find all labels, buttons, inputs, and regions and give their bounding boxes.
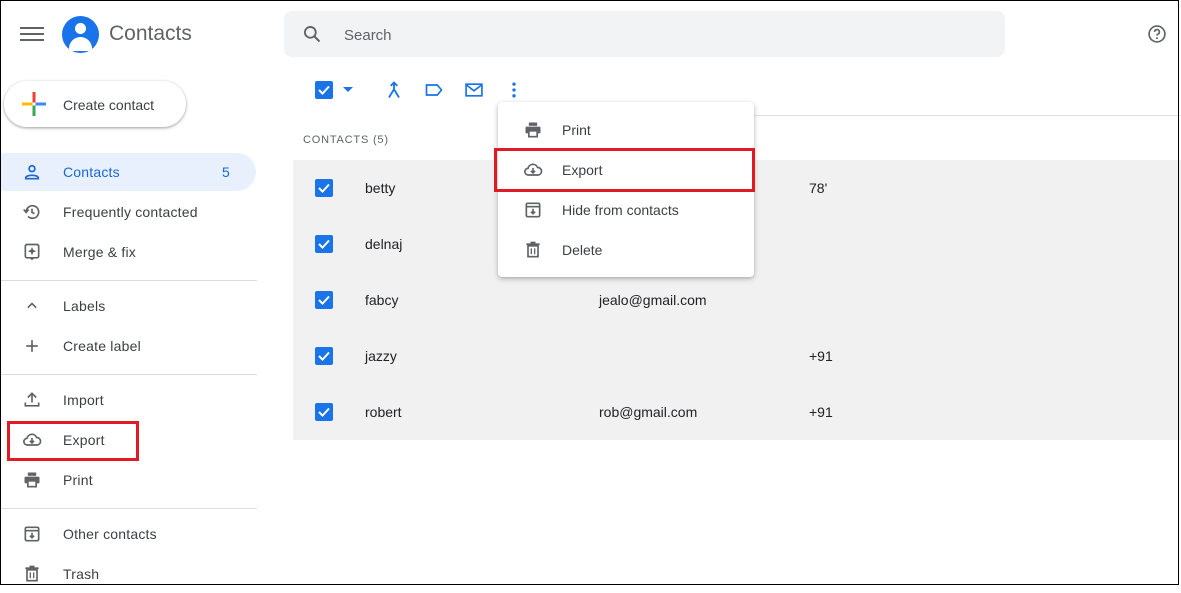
plus-icon xyxy=(22,92,46,116)
sidebar-item-label: Print xyxy=(63,472,93,488)
archive-download-icon xyxy=(24,526,40,542)
sidebar-item-label: Other contacts xyxy=(63,526,157,542)
sidebar-divider xyxy=(0,280,257,281)
sidebar-item-trash[interactable]: Trash xyxy=(0,555,256,593)
row-checkbox[interactable] xyxy=(315,179,333,197)
sidebar-item-contacts[interactable]: Contacts 5 xyxy=(0,153,256,191)
chevron-up-icon xyxy=(27,302,37,309)
search-icon[interactable] xyxy=(302,24,322,44)
sidebar-item-label: Contacts xyxy=(63,164,120,180)
menu-item-label: Print xyxy=(562,122,591,138)
create-contact-label: Create contact xyxy=(63,97,155,113)
sidebar-item-print[interactable]: Print xyxy=(0,461,256,499)
printer-icon xyxy=(525,122,541,138)
sidebar-item-label: Trash xyxy=(63,566,100,582)
contact-phone: 78' xyxy=(809,180,828,196)
contact-name: delnaj xyxy=(365,236,403,252)
sidebar-item-label: Export xyxy=(63,432,105,448)
upload-icon xyxy=(24,392,40,407)
contact-name: jazzy xyxy=(365,348,397,364)
check-icon xyxy=(318,295,330,305)
menu-item-print[interactable]: Print xyxy=(498,110,754,150)
trash-icon xyxy=(526,241,540,258)
select-dropdown-icon[interactable] xyxy=(341,84,355,96)
row-checkbox[interactable] xyxy=(315,235,333,253)
contact-name: robert xyxy=(365,404,402,420)
sidebar-item-label: Import xyxy=(63,392,104,408)
menu-item-hide-from-contacts[interactable]: Hide from contacts xyxy=(498,190,754,230)
cloud-download-icon xyxy=(524,163,543,176)
menu-item-delete[interactable]: Delete xyxy=(498,230,754,270)
table-row[interactable]: robert rob@gmail.com +91 xyxy=(293,384,1181,440)
row-checkbox[interactable] xyxy=(315,403,333,421)
check-icon xyxy=(318,351,330,361)
sidebar-item-frequently-contacted[interactable]: Frequently contacted xyxy=(0,193,256,231)
plus-icon xyxy=(26,340,38,352)
sidebar-item-other-contacts[interactable]: Other contacts xyxy=(0,515,256,553)
row-checkbox[interactable] xyxy=(315,347,333,365)
contacts-count-badge: 5 xyxy=(222,164,230,180)
printer-icon xyxy=(24,472,40,488)
help-icon[interactable] xyxy=(1147,24,1167,44)
contacts-list-header: CONTACTS (5) xyxy=(303,134,389,146)
menu-item-label: Delete xyxy=(562,242,603,258)
create-contact-button[interactable]: Create contact xyxy=(4,81,186,127)
cloud-download-icon xyxy=(23,433,42,446)
top-edge-mark xyxy=(0,0,86,1)
check-icon xyxy=(318,407,330,417)
trash-icon xyxy=(25,565,39,582)
contact-phone: +91 xyxy=(809,404,833,420)
merge-fix-icon xyxy=(24,243,40,261)
more-actions-menu: Print Export Hide from contacts Delete xyxy=(498,102,754,277)
email-icon[interactable] xyxy=(463,80,485,100)
more-vert-icon[interactable] xyxy=(504,80,524,100)
menu-item-label: Export xyxy=(562,162,603,178)
sidebar-item-merge-fix[interactable]: Merge & fix xyxy=(0,233,256,271)
archive-download-icon xyxy=(525,202,541,218)
row-checkbox[interactable] xyxy=(315,291,333,309)
select-all-checkbox[interactable] xyxy=(315,81,333,99)
sidebar-item-label: Merge & fix xyxy=(63,244,136,260)
sidebar-item-export[interactable]: Export xyxy=(0,421,256,459)
search-bar[interactable] xyxy=(284,11,1005,57)
contact-name: fabcy xyxy=(365,292,399,308)
menu-item-label: Hide from contacts xyxy=(562,202,679,218)
sidebar-item-label: Frequently contacted xyxy=(63,204,198,220)
person-icon xyxy=(24,164,40,180)
sidebar-item-create-label[interactable]: Create label xyxy=(0,327,256,365)
main-menu-icon[interactable] xyxy=(20,27,44,41)
sidebar-divider xyxy=(0,508,257,509)
contact-phone: +91 xyxy=(809,348,833,364)
search-input[interactable] xyxy=(342,22,946,48)
sidebar-item-labels[interactable]: Labels xyxy=(0,287,256,325)
app-title: Contacts xyxy=(109,22,192,45)
contact-email: jealo@gmail.com xyxy=(599,292,707,308)
menu-item-export[interactable]: Export xyxy=(498,150,754,190)
contact-email: rob@gmail.com xyxy=(599,404,698,420)
check-icon xyxy=(318,183,330,193)
contacts-logo-icon xyxy=(62,16,99,53)
sidebar-item-import[interactable]: Import xyxy=(0,381,256,419)
sidebar-divider xyxy=(0,374,257,375)
check-icon xyxy=(318,85,330,95)
sidebar-item-label: Create label xyxy=(63,338,141,354)
table-row[interactable]: fabcy jealo@gmail.com xyxy=(293,272,1181,328)
sidebar-item-label: Labels xyxy=(63,298,106,314)
contact-name: betty xyxy=(365,180,396,196)
merge-icon[interactable] xyxy=(384,80,404,100)
check-icon xyxy=(318,239,330,249)
table-row[interactable]: jazzy +91 xyxy=(293,328,1181,384)
label-icon[interactable] xyxy=(423,80,445,100)
history-icon xyxy=(23,204,40,220)
